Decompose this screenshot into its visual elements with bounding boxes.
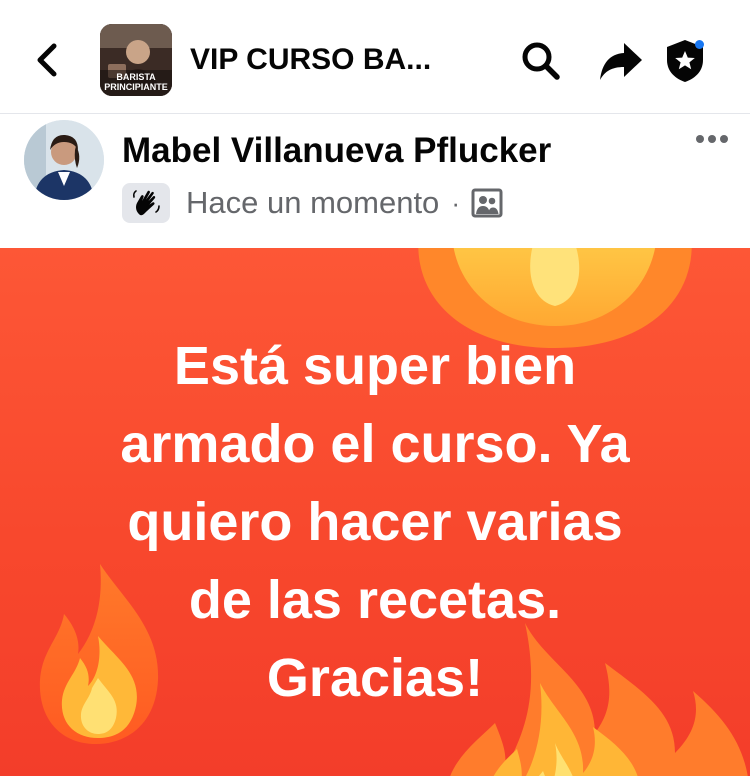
author-avatar[interactable] [24,120,104,200]
thumbnail-label-line1: BARISTA [116,72,156,82]
back-icon [37,43,57,77]
notification-dot [695,40,704,49]
group-thumbnail[interactable]: BARISTA PRINCIPIANTE [100,24,172,96]
meta-separator: · [451,187,460,218]
author-avatar-image [24,120,104,200]
new-member-badge[interactable] [122,183,170,223]
post-header: Mabel Villanueva Pflucker Hace un moment… [0,114,750,248]
back-button[interactable] [30,40,64,80]
post-options-button[interactable] [688,124,736,154]
audience-indicator[interactable] [470,186,504,220]
thumbnail-label-line2: PRINCIPIANTE [104,82,168,92]
group-title[interactable]: VIP CURSO BA... [190,40,480,80]
wave-hand-icon [132,190,160,216]
author-name[interactable]: Mabel Villanueva Pflucker [122,130,551,172]
group-thumbnail-label: BARISTA PRINCIPIANTE [100,72,172,92]
admin-tools-button[interactable] [662,38,708,84]
post-timestamp[interactable]: Hace un momento [186,183,439,223]
more-dots-icon [696,135,728,143]
post-meta: Hace un momento · [122,182,504,224]
share-icon [600,43,642,80]
post-text: Está super bien armado el curso. Ya quie… [120,336,630,708]
search-icon [522,42,560,80]
search-button[interactable] [518,38,564,84]
post-text-background[interactable]: Está super bien armado el curso. Ya quie… [0,248,750,776]
group-audience-icon [471,188,503,218]
share-button[interactable] [598,38,644,84]
top-bar: BARISTA PRINCIPIANTE VIP CURSO BA... [0,0,750,114]
